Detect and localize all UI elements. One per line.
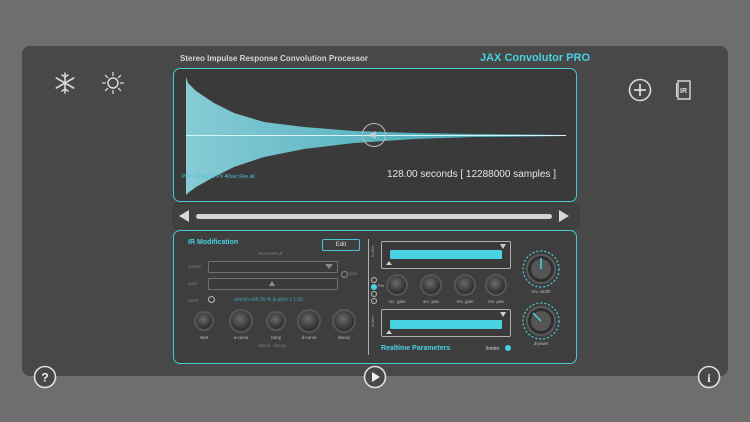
add-circle-icon[interactable] bbox=[628, 78, 652, 102]
app-title: JAX Convolutor PRO bbox=[480, 52, 591, 64]
knob-a-curve-label: a-curve bbox=[233, 335, 249, 340]
pre-label: Pre bbox=[378, 283, 385, 288]
controls-panel: IR Modification Edit RESAMPLE stretch pi… bbox=[173, 230, 577, 364]
snowflake-icon[interactable] bbox=[52, 70, 78, 96]
hi-filter-label: hi-filter bbox=[370, 245, 375, 258]
knob-d-curve[interactable] bbox=[297, 309, 321, 333]
info-icon[interactable]: i bbox=[697, 365, 721, 389]
knob-rev-gain-label: rev. gain bbox=[456, 299, 474, 304]
edit-button[interactable]: Edit bbox=[322, 239, 360, 251]
lock-label: lock bbox=[349, 271, 358, 276]
hi-filter-handle-icon[interactable] bbox=[386, 261, 392, 265]
stretch-select[interactable] bbox=[208, 261, 338, 273]
knob-dry-wet[interactable] bbox=[521, 301, 561, 346]
limiter-toggle[interactable] bbox=[505, 345, 511, 351]
attack-decay-label: attack - decay bbox=[258, 343, 287, 348]
ir-modification-title: IR Modification bbox=[188, 239, 239, 246]
lo-filter-box[interactable] bbox=[381, 309, 511, 337]
pitch-slider-handle-icon[interactable] bbox=[269, 281, 275, 286]
help-icon[interactable]: ? bbox=[33, 365, 57, 389]
knob-decay[interactable] bbox=[332, 309, 356, 333]
stretch-dropdown-icon bbox=[325, 264, 333, 269]
knob-src-gain[interactable] bbox=[386, 274, 408, 296]
limiter-label: limiter bbox=[486, 346, 500, 352]
route-radio-1[interactable] bbox=[371, 277, 377, 283]
route-radio-3[interactable] bbox=[371, 291, 377, 297]
knob-ramp-label: ramp bbox=[270, 335, 282, 340]
lo-filter-label: lo-filter bbox=[370, 315, 375, 328]
route-radio-2[interactable] bbox=[371, 284, 377, 290]
play-icon[interactable] bbox=[363, 365, 387, 389]
svg-text:IR: IR bbox=[680, 88, 687, 95]
knob-d-curve-label: d-curve bbox=[301, 335, 317, 340]
knob-rev-pan[interactable] bbox=[485, 274, 507, 296]
app-subtitle: Stereo Impulse Response Convolution Proc… bbox=[180, 54, 369, 63]
lock-radio[interactable] bbox=[341, 271, 348, 278]
knob-rev-gain[interactable] bbox=[454, 274, 476, 296]
knob-rev-pan-label: rev. pan bbox=[488, 299, 504, 304]
stretch-pitch-status: stretch x68.00 % & pitch x 1.00 bbox=[234, 297, 303, 303]
lo-filter-bar[interactable] bbox=[390, 320, 502, 329]
knob-ramp[interactable] bbox=[266, 311, 286, 331]
section-divider bbox=[368, 239, 369, 355]
hi-filter-box[interactable] bbox=[381, 241, 511, 269]
waveform-display[interactable]: P09 - Universe PX 40sec Rev all 128.00 s… bbox=[173, 68, 577, 202]
svg-text:?: ? bbox=[41, 371, 48, 385]
knob-start[interactable] bbox=[194, 311, 214, 331]
duration-readout: 128.00 seconds [ 12288000 samples ] bbox=[386, 169, 556, 180]
knob-src-pan-label: src. pan bbox=[422, 299, 439, 304]
knob-a-curve[interactable] bbox=[229, 309, 253, 333]
pitch-label: pitch bbox=[188, 281, 198, 286]
hi-filter-dropdown-icon[interactable] bbox=[500, 244, 506, 249]
knob-src-pan[interactable] bbox=[420, 274, 442, 296]
scroll-thumb[interactable] bbox=[196, 214, 552, 219]
ir-document-icon[interactable]: IR bbox=[674, 79, 694, 101]
resample-label: RESAMPLE bbox=[258, 251, 283, 256]
knob-rev-width-label: rev. width bbox=[531, 289, 551, 294]
main-panel: Stereo Impulse Response Convolution Proc… bbox=[22, 46, 728, 376]
knob-start-label: start bbox=[199, 335, 209, 340]
lo-filter-handle-icon[interactable] bbox=[386, 330, 392, 334]
route-radio-4[interactable] bbox=[371, 298, 377, 304]
pitch-slider[interactable] bbox=[208, 278, 338, 290]
reset-radio[interactable] bbox=[208, 296, 215, 303]
stretch-label: stretch bbox=[188, 264, 202, 269]
knob-dry-wet-label: dry/wet bbox=[533, 341, 549, 346]
realtime-parameters-title: Realtime Parameters bbox=[381, 345, 451, 352]
sun-icon[interactable] bbox=[100, 70, 126, 96]
hi-filter-bar[interactable] bbox=[390, 250, 502, 259]
knob-decay-label: decay bbox=[337, 335, 350, 340]
waveform-scrollbar[interactable] bbox=[173, 203, 579, 229]
lo-filter-dropdown-icon[interactable] bbox=[500, 312, 506, 317]
ir-name: P09 - Universe PX 40sec Rev all bbox=[182, 174, 255, 180]
knob-src-gain-label: src. gain bbox=[388, 299, 406, 304]
knob-rev-width[interactable] bbox=[521, 249, 561, 294]
scroll-right-arrow-icon[interactable] bbox=[558, 209, 570, 228]
reset-label: reset bbox=[188, 298, 199, 303]
scroll-left-arrow-icon[interactable] bbox=[178, 209, 190, 228]
speaker-icon[interactable] bbox=[362, 123, 386, 147]
